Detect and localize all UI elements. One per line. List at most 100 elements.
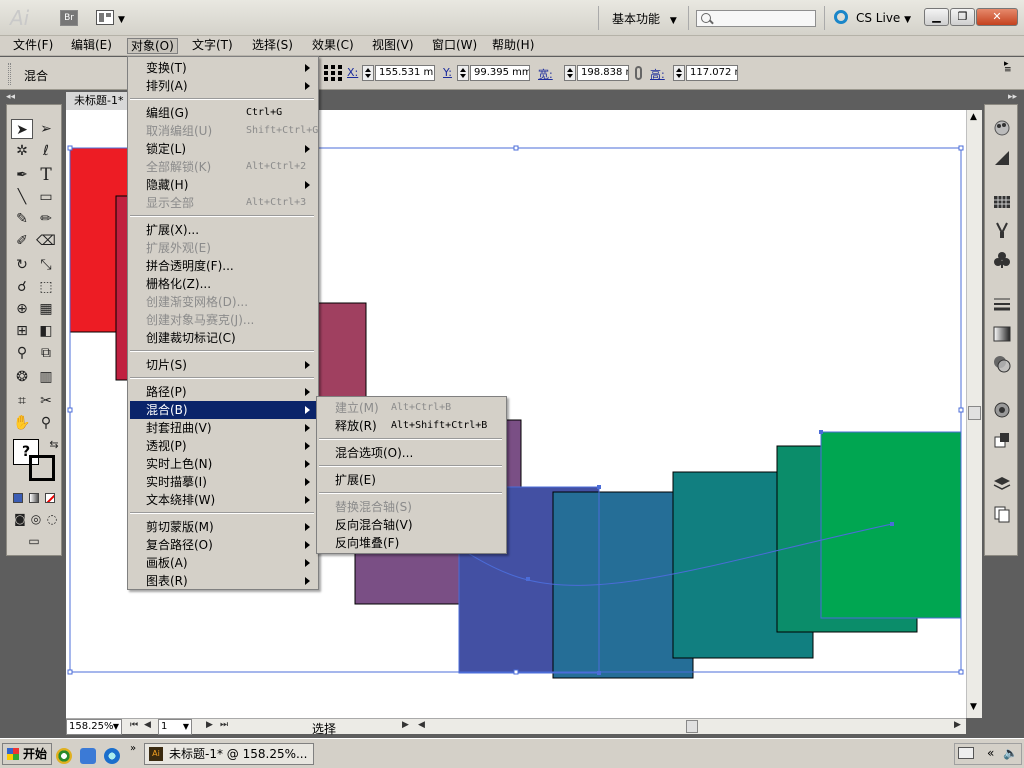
scroll-thumb[interactable] (968, 406, 981, 420)
artboard-tool-icon[interactable]: ⌗ (11, 391, 33, 411)
minimize-button[interactable]: ▁ (924, 8, 949, 26)
magic-wand-tool-icon[interactable]: ✲ (11, 141, 33, 161)
scroll-down-icon[interactable]: ▼ (970, 702, 977, 712)
first-artboard-icon[interactable]: ⏮ (130, 720, 138, 730)
next-artboard-icon[interactable]: ▶ (206, 720, 213, 730)
scale-tool-icon[interactable]: ⤡ (35, 255, 57, 275)
more-icon[interactable]: » (130, 743, 136, 754)
height-stepper[interactable] (673, 65, 685, 81)
type-tool-icon[interactable]: T (35, 165, 57, 185)
selection-tool-icon[interactable]: ➤ (11, 119, 33, 139)
stroke-swatch[interactable] (29, 455, 55, 481)
free-transform-tool-icon[interactable]: ⬚ (35, 277, 57, 297)
menu-item[interactable]: 剪切蒙版(M) (130, 518, 316, 536)
gradient-panel-icon[interactable] (993, 325, 1011, 343)
search-input[interactable] (696, 10, 816, 27)
restore-button[interactable]: ❐ (950, 8, 975, 26)
cs-live-button[interactable]: CS Live ▼ (834, 10, 911, 25)
y-field[interactable]: 99.395 mm (470, 65, 530, 81)
menu-item[interactable]: 封套扭曲(V) (130, 419, 316, 437)
bridge-button[interactable]: Br (60, 10, 78, 26)
menu-type[interactable]: 文字(T) (189, 38, 236, 54)
menu-item[interactable]: 混合选项(O)... (319, 444, 504, 462)
menu-item[interactable]: 栅格化(Z)... (130, 275, 316, 293)
pencil-tool-icon[interactable]: ✏ (35, 209, 57, 229)
desktop-icon[interactable] (80, 748, 96, 764)
x-field[interactable]: 155.531 mm (375, 65, 435, 81)
menu-item[interactable]: 文本绕排(W) (130, 491, 316, 509)
arrange-documents-button[interactable]: ▼ (96, 10, 130, 26)
menu-item[interactable]: 切片(S) (130, 356, 316, 374)
last-artboard-icon[interactable]: ⏭ (220, 720, 228, 730)
menu-file[interactable]: 文件(F) (10, 38, 56, 54)
scroll-up-icon[interactable]: ▲ (970, 112, 977, 122)
close-button[interactable]: ✕ (976, 8, 1018, 26)
draw-inside-icon[interactable]: ◌ (41, 509, 63, 529)
screen-mode-icon[interactable]: ▭ (23, 531, 45, 551)
tab-document[interactable]: 未标题-1* @ 158.25% (66, 92, 128, 110)
menu-item[interactable]: 透视(P) (130, 437, 316, 455)
previous-artboard-icon[interactable]: ◀ (144, 720, 151, 730)
direct-selection-tool-icon[interactable]: ➢ (35, 119, 57, 139)
start-button[interactable]: 开始 (2, 743, 52, 765)
rectangle-tool-icon[interactable]: ▭ (35, 187, 57, 207)
stroke-panel-icon[interactable] (993, 295, 1011, 313)
slice-tool-icon[interactable]: ✂ (35, 391, 57, 411)
panel-menu-icon[interactable]: ▸ ≡ (1004, 60, 1012, 75)
internet-explorer-icon[interactable] (104, 748, 120, 764)
appearance-panel-icon[interactable] (993, 401, 1011, 419)
swatches-panel-icon[interactable] (993, 193, 1011, 211)
menu-item[interactable]: 路径(P) (130, 383, 316, 401)
color-panel-icon[interactable] (993, 119, 1011, 137)
menu-view[interactable]: 视图(V) (369, 38, 417, 54)
vertical-scrollbar[interactable]: ▲ ▼ (966, 110, 982, 718)
rotate-tool-icon[interactable]: ↻ (11, 255, 33, 275)
width-field[interactable]: 198.838 mm (577, 65, 629, 81)
gradient-mode-icon[interactable] (29, 493, 39, 503)
symbol-sprayer-tool-icon[interactable]: ❂ (11, 367, 33, 387)
pen-tool-icon[interactable]: ✒ (11, 165, 33, 185)
graphic-styles-panel-icon[interactable] (993, 431, 1011, 449)
color-guide-icon[interactable] (993, 149, 1011, 167)
collapse-right-icon[interactable]: ▸▸ (1008, 92, 1017, 102)
menu-window[interactable]: 窗口(W) (429, 38, 480, 54)
width-stepper[interactable] (564, 65, 576, 81)
menu-item[interactable]: 排列(A) (130, 77, 316, 95)
blend-tool-icon[interactable]: ⧉ (35, 343, 57, 363)
artboards-panel-icon[interactable] (993, 505, 1011, 523)
shape-builder-tool-icon[interactable]: ⊕ (11, 299, 33, 319)
reference-point-icon[interactable] (324, 65, 342, 81)
paintbrush-tool-icon[interactable]: ✎ (11, 209, 33, 229)
menu-item[interactable]: 反向堆叠(F) (319, 534, 504, 552)
expand-tray-icon[interactable]: « (987, 746, 994, 760)
menu-item[interactable]: 扩展(E) (319, 471, 504, 489)
menu-item[interactable]: 复合路径(O) (130, 536, 316, 554)
menu-item[interactable]: 隐藏(H) (130, 176, 316, 194)
menu-item[interactable]: 锁定(L) (130, 140, 316, 158)
menu-item[interactable]: 编组(G) Ctrl+G (130, 104, 316, 122)
brushes-panel-icon[interactable] (993, 221, 1011, 239)
artboard-number-field[interactable]: 1 ▼ (158, 719, 192, 735)
mesh-tool-icon[interactable]: ⊞ (11, 321, 33, 341)
hand-tool-icon[interactable]: ✋ (11, 413, 33, 433)
line-tool-icon[interactable]: ╲ (11, 187, 33, 207)
menu-item[interactable]: 图表(R) (130, 572, 316, 590)
zoom-tool-icon[interactable]: ⚲ (35, 413, 57, 433)
menu-item[interactable]: 反向混合轴(V) (319, 516, 504, 534)
menu-item[interactable]: 创建裁切标记(C) (130, 329, 316, 347)
height-field[interactable]: 117.072 mm (686, 65, 738, 81)
color-mode-icon[interactable] (13, 493, 23, 503)
y-stepper[interactable] (457, 65, 469, 81)
scroll-left-icon[interactable]: ◀ (418, 720, 425, 730)
menu-item[interactable]: 拼合透明度(F)... (130, 257, 316, 275)
perspective-grid-tool-icon[interactable]: ▦ (35, 299, 57, 319)
media-player-icon[interactable] (56, 748, 72, 764)
menu-effect[interactable]: 效果(C) (309, 38, 357, 54)
eyedropper-tool-icon[interactable]: ⚲ (11, 343, 33, 363)
menu-item[interactable]: 变换(T) (130, 59, 316, 77)
grip-handle[interactable] (8, 63, 11, 85)
x-stepper[interactable] (362, 65, 374, 81)
transparency-panel-icon[interactable] (993, 355, 1011, 373)
menu-select[interactable]: 选择(S) (249, 38, 296, 54)
swap-colors-icon[interactable]: ⇆ (43, 435, 65, 455)
